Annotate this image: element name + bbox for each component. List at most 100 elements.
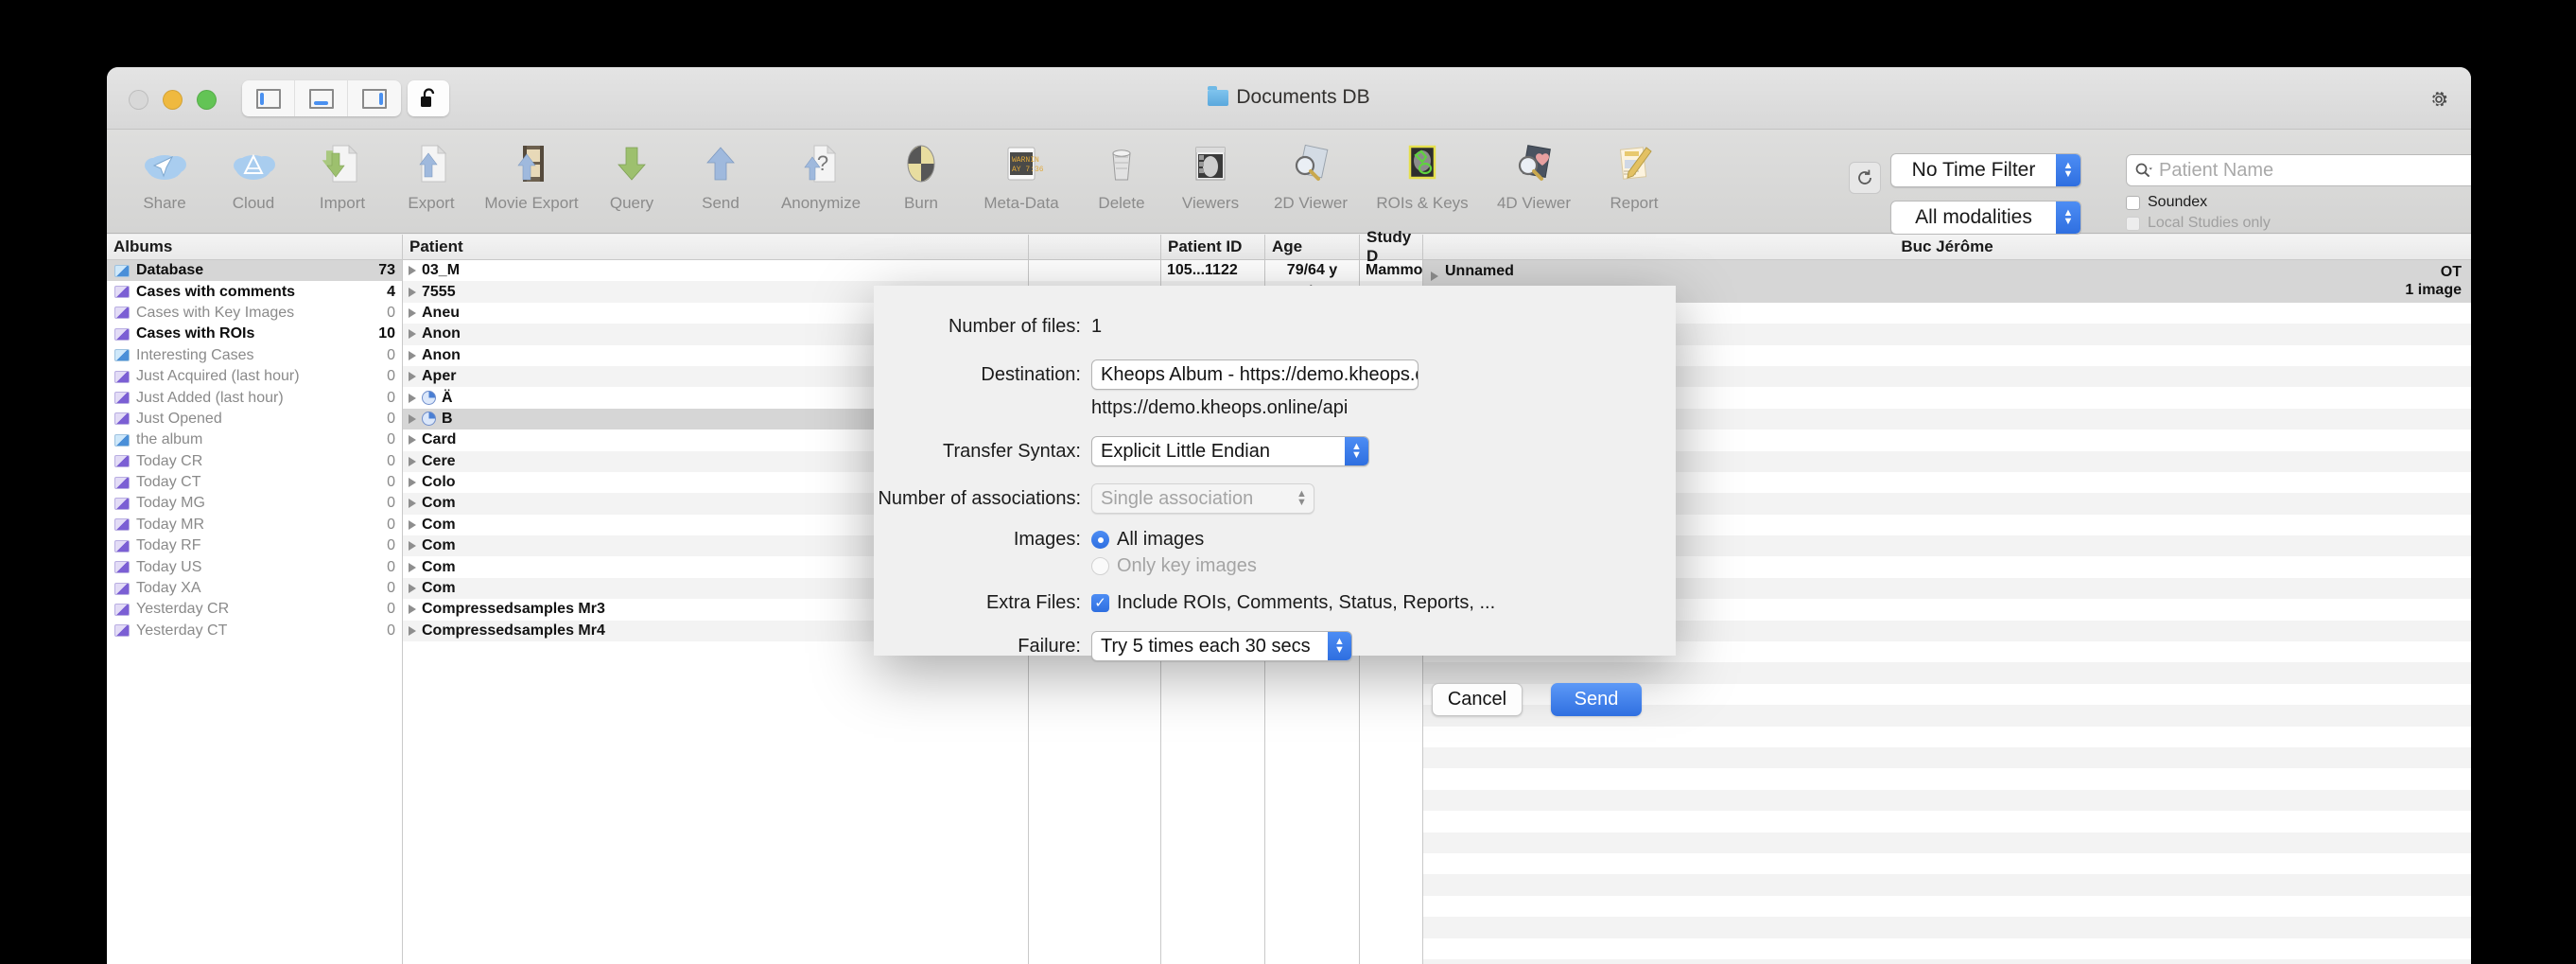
album-purple-icon (114, 624, 130, 638)
toolbar-button-movie-export[interactable]: Movie Export (476, 133, 587, 213)
all-images-radio[interactable] (1091, 531, 1109, 549)
send-dicom-dialog: Number of files: 1 Destination: Kheops A… (874, 286, 1676, 716)
table-row[interactable]: 03_M (403, 260, 1028, 281)
disclosure-triangle-icon[interactable] (409, 372, 416, 382)
toolbar-button-rois-keys[interactable]: ROIs & Keys (1366, 133, 1478, 213)
send-button[interactable]: Send (1551, 683, 1642, 716)
toolbar-button-export[interactable]: Export (387, 133, 476, 213)
toolbar-button-send[interactable]: Send (676, 133, 765, 213)
time-filter-stepper-icon[interactable]: ▲ ▼ (2056, 154, 2080, 186)
disclosure-triangle-icon[interactable] (409, 541, 416, 552)
toolbar-button-viewers[interactable]: Viewers (1166, 133, 1255, 213)
trash-icon (1100, 137, 1143, 190)
refresh-button[interactable] (1849, 162, 1881, 194)
sidebar-item-today-ct[interactable]: Today CT 0 (107, 472, 402, 493)
album-label: Today MG (136, 495, 205, 512)
soundex-checkbox[interactable] (2126, 195, 2140, 210)
toolbar-button-report[interactable]: Report (1590, 133, 1679, 213)
album-count: 0 (387, 580, 395, 597)
disclosure-triangle-icon[interactable] (409, 329, 416, 340)
time-filter-select[interactable]: No Time Filter ▲ ▼ (1890, 153, 2081, 187)
patient-name: Anon (422, 325, 461, 342)
toolbar-button-delete[interactable]: Delete (1077, 133, 1166, 213)
sidebar-item-today-mg[interactable]: Today MG 0 (107, 493, 402, 514)
toolbar-label: 2D Viewer (1273, 194, 1349, 212)
toolbar-button-2d-viewer[interactable]: 2D Viewer (1255, 133, 1366, 213)
disclosure-triangle-icon[interactable] (409, 584, 416, 594)
album-label: Today RF (136, 537, 201, 554)
sidebar-item-today-cr[interactable]: Today CR 0 (107, 451, 402, 472)
main-window: Documents DB Share Cloud Import Export M… (107, 67, 2471, 964)
transfer-syntax-select[interactable]: Explicit Little Endian ▲ ▼ (1091, 436, 1369, 466)
modality-filter-select[interactable]: All modalities ▲ ▼ (1890, 201, 2081, 235)
disclosure-triangle-icon[interactable] (409, 605, 416, 615)
window-title-text: Documents DB (1236, 86, 1370, 108)
disclosure-triangle-icon[interactable] (409, 499, 416, 509)
age-header[interactable]: Age (1265, 235, 1359, 260)
toolbar-button-import[interactable]: Import (298, 133, 387, 213)
transfer-syntax-stepper-icon[interactable]: ▲ ▼ (1345, 437, 1368, 465)
disclosure-triangle-icon[interactable] (409, 393, 416, 403)
albums-list[interactable]: Database 73 Cases with comments 4 Cases with… (107, 260, 402, 641)
disclosure-triangle-icon[interactable] (409, 435, 416, 446)
soundex-checkbox-row[interactable]: Soundex (2126, 194, 2207, 211)
toolbar-button-share[interactable]: Share (120, 133, 209, 213)
time-filter-value: No Time Filter (1911, 159, 2036, 181)
cancel-button[interactable]: Cancel (1432, 683, 1523, 716)
sidebar-item-today-mr[interactable]: Today MR 0 (107, 515, 402, 535)
sidebar-item-cases-with-comments[interactable]: Cases with comments 4 (107, 281, 402, 302)
modality-filter-stepper-icon[interactable]: ▲ ▼ (2056, 202, 2080, 234)
sidebar-item-just-added-last-hour[interactable]: Just Added (last hour) 0 (107, 387, 402, 408)
failure-stepper-icon[interactable]: ▲ ▼ (1328, 632, 1351, 660)
sidebar-item-cases-with-key-images[interactable]: Cases with Key Images 0 (107, 303, 402, 324)
failure-value: Try 5 times each 30 secs (1101, 635, 1311, 657)
toolbar-items: Share Cloud Import Export Movie Export Q… (120, 133, 1679, 213)
import-document-icon (321, 137, 364, 190)
extra-files-checkbox[interactable]: ✓ (1091, 594, 1109, 612)
svg-text:?: ? (817, 151, 828, 175)
soundex-label: Soundex (2148, 194, 2208, 210)
disclosure-triangle-icon[interactable] (409, 266, 416, 276)
disclosure-triangle-icon[interactable] (409, 625, 416, 636)
sidebar-item-cases-with-rois[interactable]: Cases with ROIs 10 (107, 324, 402, 344)
album-label: Cases with ROIs (136, 325, 255, 342)
study-description-header[interactable]: Study D (1360, 228, 1422, 265)
sidebar-item-today-rf[interactable]: Today RF 0 (107, 535, 402, 556)
toolbar-button-4d-viewer[interactable]: 4D Viewer (1478, 133, 1590, 213)
sidebar-item-interesting-cases[interactable]: Interesting Cases 0 (107, 345, 402, 366)
disclosure-triangle-icon[interactable] (1431, 272, 1438, 281)
sidebar-item-yesterday-cr[interactable]: Yesterday CR 0 (107, 599, 402, 620)
patient-id-header[interactable]: Patient ID (1161, 235, 1264, 260)
search-field[interactable]: Patient Name (2126, 154, 2471, 186)
toolbar-button-burn[interactable]: Burn (877, 133, 966, 213)
disclosure-triangle-icon[interactable] (409, 562, 416, 572)
sidebar-item-today-us[interactable]: Today US 0 (107, 556, 402, 577)
sidebar-item-database[interactable]: Database 73 (107, 260, 402, 282)
disclosure-triangle-icon[interactable] (409, 350, 416, 360)
query-download-icon (610, 137, 653, 190)
album-purple-icon (114, 476, 130, 489)
disclosure-triangle-icon[interactable] (409, 287, 416, 297)
settings-gear-button[interactable] (2428, 88, 2450, 111)
rois-keys-icon (1401, 137, 1444, 190)
disclosure-triangle-icon[interactable] (409, 307, 416, 318)
report-pages-icon (1612, 137, 1656, 190)
sidebar-item-the-album[interactable]: the album 0 (107, 429, 402, 450)
sidebar-item-today-xa[interactable]: Today XA 0 (107, 578, 402, 599)
disclosure-triangle-icon[interactable] (409, 478, 416, 488)
patient-name: Compressedsamples Mr4 (422, 622, 605, 639)
disclosure-triangle-icon[interactable] (409, 519, 416, 530)
album-count: 73 (378, 262, 395, 279)
toolbar-button-anonymize[interactable]: ? Anonymize (765, 133, 877, 213)
toolbar-button-cloud[interactable]: Cloud (209, 133, 298, 213)
sidebar-item-just-opened[interactable]: Just Opened 0 (107, 409, 402, 429)
disclosure-triangle-icon[interactable] (409, 456, 416, 466)
album-blue-icon (114, 433, 130, 447)
sidebar-item-just-acquired-last-hour[interactable]: Just Acquired (last hour) 0 (107, 366, 402, 387)
toolbar-button-query[interactable]: Query (587, 133, 676, 213)
sidebar-item-yesterday-ct[interactable]: Yesterday CT 0 (107, 621, 402, 641)
failure-select[interactable]: Try 5 times each 30 secs ▲ ▼ (1091, 631, 1352, 661)
disclosure-triangle-icon[interactable] (409, 413, 416, 424)
toolbar-button-meta-data[interactable]: WARNIN AY 7:36 Meta-Data (966, 133, 1077, 213)
destination-select[interactable]: Kheops Album - https://demo.kheops.onlin… (1091, 359, 1419, 390)
